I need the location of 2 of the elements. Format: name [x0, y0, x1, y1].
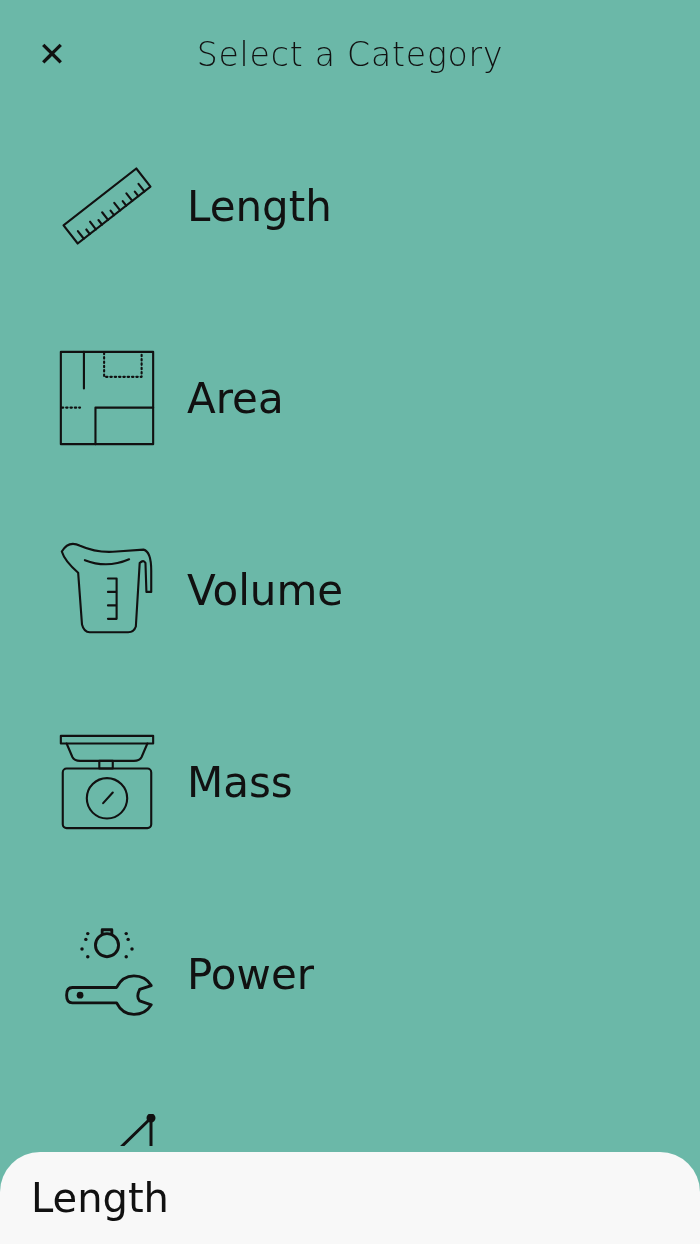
page-title: Select a Category [196, 34, 504, 77]
selected-category-text: Length [31, 1174, 169, 1223]
